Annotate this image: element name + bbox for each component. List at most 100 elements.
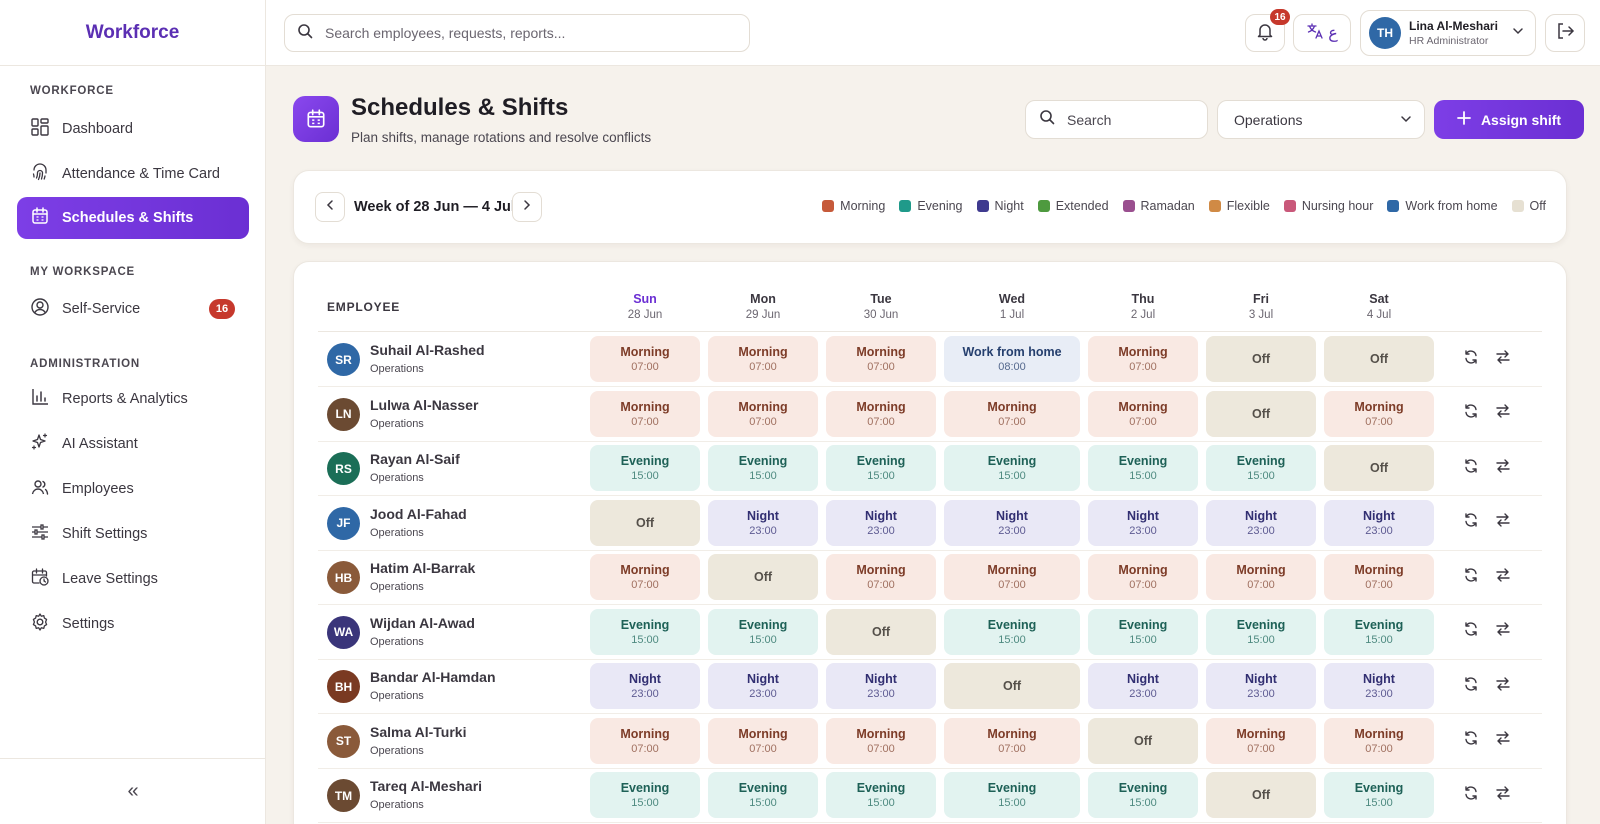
sidebar-item-shift-settings[interactable]: Shift Settings: [17, 513, 249, 555]
shift-cell[interactable]: Off: [1206, 390, 1316, 437]
shift-cell[interactable]: Morning 07:00: [708, 390, 818, 437]
shift-cell[interactable]: Night 23:00: [1324, 663, 1434, 709]
shift-cell[interactable]: Evening 15:00: [826, 772, 936, 818]
shift-cell[interactable]: Morning 07:00: [590, 717, 700, 764]
shift-cell[interactable]: Morning 07:00: [708, 336, 818, 382]
brand-logo[interactable]: Workforce: [0, 0, 266, 66]
shift-cell[interactable]: Night 23:00: [944, 499, 1080, 546]
shift-cell[interactable]: Morning 07:00: [590, 554, 700, 600]
shift-cell[interactable]: Evening 15:00: [1206, 445, 1316, 491]
shift-cell[interactable]: Off: [708, 554, 818, 600]
next-week-button[interactable]: [512, 192, 542, 222]
shift-cell[interactable]: Morning 07:00: [1088, 336, 1198, 382]
shift-cell[interactable]: Evening 15:00: [1088, 445, 1198, 491]
swap-shift-button[interactable]: [1492, 348, 1514, 370]
shift-cell[interactable]: Morning 07:00: [826, 390, 936, 437]
sidebar-item-ai-assistant[interactable]: AI Assistant: [17, 423, 249, 465]
shift-cell[interactable]: Evening 15:00: [1324, 608, 1434, 655]
shift-cell[interactable]: Night 23:00: [826, 499, 936, 546]
shift-cell[interactable]: Off: [1206, 336, 1316, 382]
shift-cell[interactable]: Evening 15:00: [944, 445, 1080, 491]
shift-cell[interactable]: Morning 07:00: [590, 336, 700, 382]
logout-button[interactable]: [1545, 14, 1585, 52]
swap-shift-button[interactable]: [1492, 403, 1514, 425]
rotate-shift-button[interactable]: [1460, 566, 1482, 588]
shift-cell[interactable]: Night 23:00: [826, 663, 936, 709]
swap-shift-button[interactable]: [1492, 457, 1514, 479]
shift-cell[interactable]: Evening 15:00: [944, 772, 1080, 818]
shift-cell[interactable]: Evening 15:00: [1206, 608, 1316, 655]
shift-cell[interactable]: Morning 07:00: [1324, 390, 1434, 437]
shift-cell[interactable]: Off: [826, 608, 936, 655]
shift-cell[interactable]: Morning 07:00: [590, 390, 700, 437]
employee-name[interactable]: Hatim Al-Barrak: [370, 560, 475, 576]
schedule-search[interactable]: [1025, 100, 1208, 139]
shift-cell[interactable]: Evening 15:00: [708, 772, 818, 818]
sidebar-item-dashboard[interactable]: Dashboard: [17, 108, 249, 150]
rotate-shift-button[interactable]: [1460, 512, 1482, 534]
shift-cell[interactable]: Evening 15:00: [826, 445, 936, 491]
rotate-shift-button[interactable]: [1460, 621, 1482, 643]
assign-shift-button[interactable]: Assign shift: [1434, 100, 1584, 139]
shift-cell[interactable]: Morning 07:00: [1206, 717, 1316, 764]
shift-cell[interactable]: Morning 07:00: [826, 336, 936, 382]
shift-cell[interactable]: Evening 15:00: [944, 608, 1080, 655]
shift-cell[interactable]: Morning 07:00: [1206, 554, 1316, 600]
shift-cell[interactable]: Morning 07:00: [1324, 554, 1434, 600]
shift-cell[interactable]: Off: [944, 663, 1080, 709]
shift-cell[interactable]: Off: [1088, 717, 1198, 764]
shift-cell[interactable]: Evening 15:00: [708, 608, 818, 655]
shift-cell[interactable]: Morning 07:00: [944, 390, 1080, 437]
shift-cell[interactable]: Evening 15:00: [590, 445, 700, 491]
swap-shift-button[interactable]: [1492, 512, 1514, 534]
employee-name[interactable]: Suhail Al-Rashed: [370, 342, 485, 358]
shift-cell[interactable]: Morning 07:00: [708, 717, 818, 764]
swap-shift-button[interactable]: [1492, 784, 1514, 806]
shift-cell[interactable]: Morning 07:00: [826, 717, 936, 764]
swap-shift-button[interactable]: [1492, 621, 1514, 643]
shift-cell[interactable]: Night 23:00: [708, 499, 818, 546]
shift-cell[interactable]: Evening 15:00: [1088, 772, 1198, 818]
department-select[interactable]: Operations: [1217, 100, 1425, 139]
shift-cell[interactable]: Night 23:00: [1088, 499, 1198, 546]
language-toggle[interactable]: ع: [1293, 14, 1351, 52]
shift-cell[interactable]: Evening 15:00: [1324, 772, 1434, 818]
sidebar-item-reports[interactable]: Reports & Analytics: [17, 378, 249, 420]
employee-name[interactable]: Bandar Al-Hamdan: [370, 669, 496, 685]
shift-cell[interactable]: Work from home 08:00: [944, 336, 1080, 382]
shift-cell[interactable]: Morning 07:00: [944, 717, 1080, 764]
shift-cell[interactable]: Off: [1206, 772, 1316, 818]
rotate-shift-button[interactable]: [1460, 457, 1482, 479]
sidebar-item-employees[interactable]: Employees: [17, 468, 249, 510]
shift-cell[interactable]: Morning 07:00: [1088, 390, 1198, 437]
sidebar-item-schedules[interactable]: Schedules & Shifts: [17, 197, 249, 239]
shift-cell[interactable]: Evening 15:00: [708, 445, 818, 491]
global-search-input[interactable]: [325, 25, 725, 41]
rotate-shift-button[interactable]: [1460, 730, 1482, 752]
rotate-shift-button[interactable]: [1460, 675, 1482, 697]
schedule-search-input[interactable]: [1067, 111, 1197, 128]
shift-cell[interactable]: Night 23:00: [1088, 663, 1198, 709]
swap-shift-button[interactable]: [1492, 730, 1514, 752]
sidebar-item-leave-settings[interactable]: Leave Settings: [17, 558, 249, 600]
notifications-button[interactable]: 16: [1245, 9, 1290, 52]
employee-name[interactable]: Tareq Al-Meshari: [370, 778, 482, 794]
shift-cell[interactable]: Morning 07:00: [1088, 554, 1198, 600]
employee-name[interactable]: Lulwa Al-Nasser: [370, 397, 478, 413]
shift-cell[interactable]: Off: [1324, 445, 1434, 491]
employee-name[interactable]: Salma Al-Turki: [370, 724, 466, 740]
shift-cell[interactable]: Evening 15:00: [590, 608, 700, 655]
shift-cell[interactable]: Night 23:00: [590, 663, 700, 709]
shift-cell[interactable]: Morning 07:00: [1324, 717, 1434, 764]
employee-name[interactable]: Wijdan Al-Awad: [370, 615, 475, 631]
employee-name[interactable]: Jood Al-Fahad: [370, 506, 467, 522]
rotate-shift-button[interactable]: [1460, 348, 1482, 370]
shift-cell[interactable]: Off: [1324, 336, 1434, 382]
employee-name[interactable]: Rayan Al-Saif: [370, 451, 460, 467]
shift-cell[interactable]: Evening 15:00: [1088, 608, 1198, 655]
user-menu[interactable]: TH Lina Al-Meshari HR Administrator: [1360, 10, 1536, 56]
shift-cell[interactable]: Evening 15:00: [590, 772, 700, 818]
shift-cell[interactable]: Off: [590, 499, 700, 546]
shift-cell[interactable]: Morning 07:00: [826, 554, 936, 600]
shift-cell[interactable]: Morning 07:00: [944, 554, 1080, 600]
